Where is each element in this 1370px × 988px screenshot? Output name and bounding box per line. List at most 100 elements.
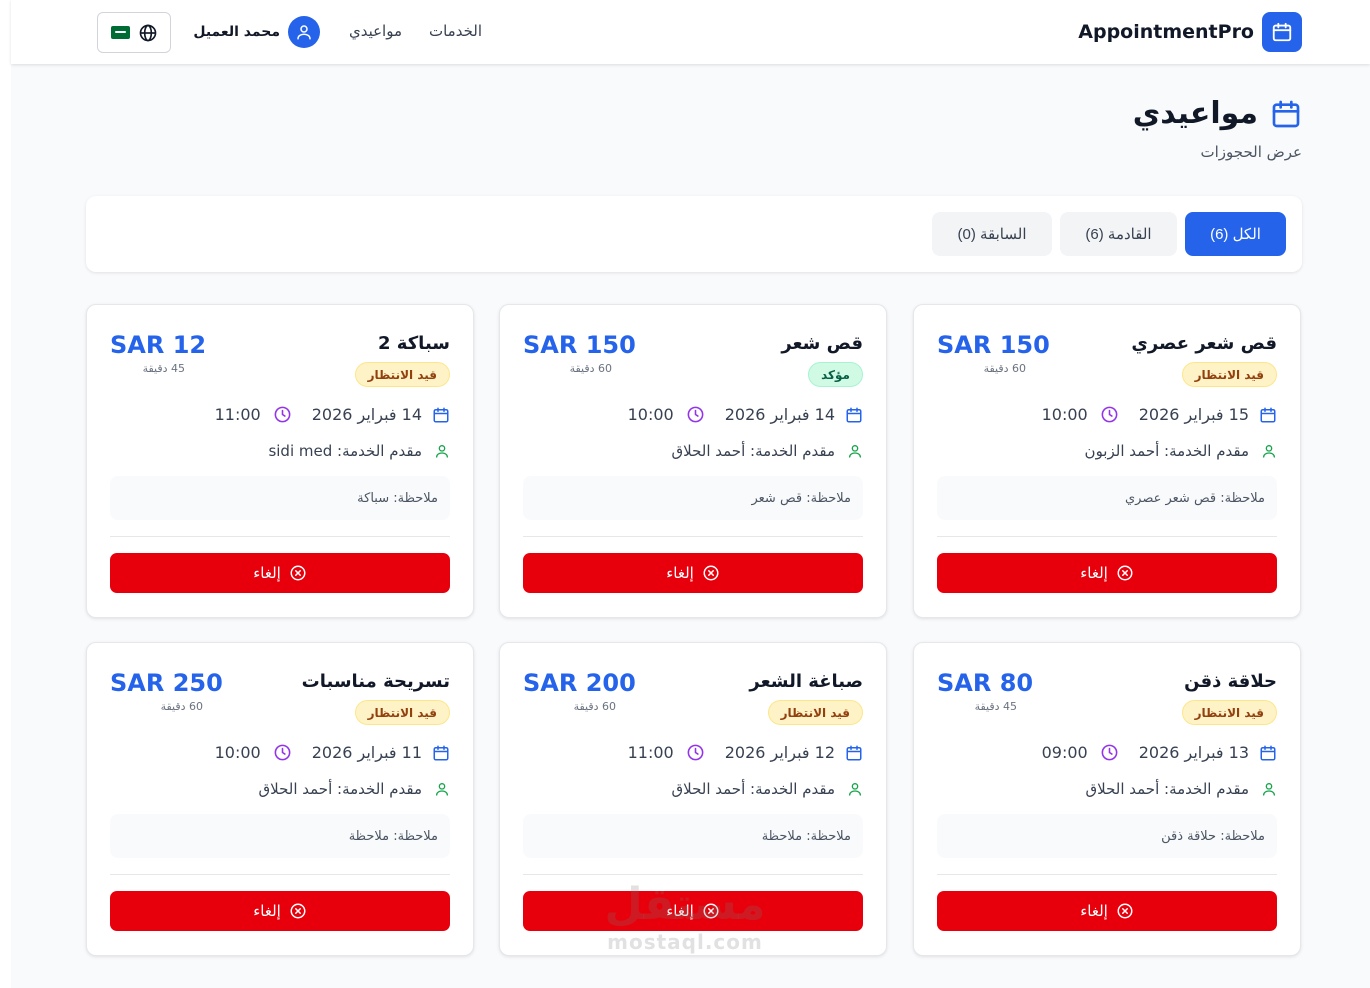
cancel-button[interactable]: إلغاء bbox=[523, 553, 863, 593]
duration: 45 دقيقة bbox=[974, 700, 1017, 713]
date-time-row: 14 فبراير 2026 11:00 bbox=[215, 405, 450, 424]
clock-icon bbox=[1100, 405, 1119, 424]
brand-name: AppointmentPro bbox=[1078, 21, 1254, 43]
service-title: صباغة الشعر bbox=[749, 671, 863, 692]
clock-icon bbox=[686, 405, 705, 424]
provider-name: مقدم الخدمة: sidi med bbox=[268, 442, 422, 460]
price: SAR 12 bbox=[110, 331, 207, 359]
duration: 60 دقيقة bbox=[573, 700, 616, 713]
filter-tabs: الكل (6) القادمة (6) السابقة (0) bbox=[86, 196, 1302, 272]
note-box: ملاحظة: ملاحظة bbox=[523, 814, 863, 858]
service-title: قص شعر bbox=[781, 333, 863, 354]
cancel-button[interactable]: إلغاء bbox=[937, 553, 1277, 593]
note-box: ملاحظة: حلاقة ذقن bbox=[937, 814, 1277, 858]
cancel-button[interactable]: إلغاء bbox=[110, 553, 450, 593]
appointment-time: 10:00 bbox=[627, 405, 674, 424]
divider bbox=[110, 874, 450, 875]
calendar-icon bbox=[845, 406, 863, 424]
nav-appointments-link[interactable]: مواعيدي bbox=[349, 22, 402, 40]
provider-row: مقدم الخدمة: أحمد الحلاق bbox=[1085, 780, 1277, 798]
cancel-circle-x-icon bbox=[1116, 564, 1134, 582]
page-header: مواعيدي عرض الحجوزات bbox=[1133, 96, 1302, 161]
appointment-date: 15 فبراير 2026 bbox=[1138, 405, 1249, 424]
provider-name: مقدم الخدمة: أحمد الحلاق bbox=[1085, 780, 1249, 798]
cancel-label: إلغاء bbox=[1080, 564, 1108, 582]
divider bbox=[110, 536, 450, 537]
duration: 60 دقيقة bbox=[569, 362, 612, 375]
note-box: ملاحظة: سباكة bbox=[110, 476, 450, 520]
service-title: قص شعر عصري bbox=[1131, 333, 1277, 354]
appointment-card: قص شعر مؤكد SAR 150 60 دقيقة 14 فبراير 2… bbox=[499, 304, 887, 618]
status-badge: قيد الانتظار bbox=[354, 700, 450, 725]
saudi-flag-icon bbox=[110, 26, 130, 39]
clock-icon bbox=[686, 743, 705, 762]
user-icon bbox=[434, 443, 450, 459]
cancel-button[interactable]: إلغاء bbox=[110, 891, 450, 931]
calendar-icon bbox=[1259, 406, 1277, 424]
provider-row: مقدم الخدمة: أحمد الحلاق bbox=[258, 780, 450, 798]
appointment-time: 11:00 bbox=[627, 743, 674, 762]
note-box: ملاحظة: قص شعر bbox=[523, 476, 863, 520]
price: SAR 200 bbox=[523, 669, 636, 697]
status-badge: قيد الانتظار bbox=[1181, 700, 1277, 725]
cancel-circle-x-icon bbox=[702, 564, 720, 582]
duration: 60 دقيقة bbox=[160, 700, 203, 713]
cancel-circle-x-icon bbox=[1116, 902, 1134, 920]
user-avatar-icon bbox=[288, 16, 320, 48]
appointment-time: 09:00 bbox=[1041, 743, 1088, 762]
cancel-button[interactable]: إلغاء bbox=[937, 891, 1277, 931]
price: SAR 80 bbox=[937, 669, 1034, 697]
appointment-card: سباكة 2 قيد الانتظار SAR 12 45 دقيقة 14 … bbox=[86, 304, 474, 618]
nav-services-link[interactable]: الخدمات bbox=[429, 22, 482, 40]
cancel-button[interactable]: إلغاء bbox=[523, 891, 863, 931]
user-icon bbox=[434, 781, 450, 797]
date-time-row: 14 فبراير 2026 10:00 bbox=[628, 405, 863, 424]
cancel-label: إلغاء bbox=[253, 564, 281, 582]
divider bbox=[523, 874, 863, 875]
calendar-icon bbox=[432, 406, 450, 424]
divider bbox=[937, 874, 1277, 875]
provider-name: مقدم الخدمة: أحمد الزبون bbox=[1084, 442, 1249, 460]
date-time-row: 15 فبراير 2026 10:00 bbox=[1042, 405, 1277, 424]
appointment-card: حلاقة ذقن قيد الانتظار SAR 80 45 دقيقة 1… bbox=[913, 642, 1301, 956]
tab-past[interactable]: السابقة (0) bbox=[932, 212, 1052, 256]
top-navbar: AppointmentPro الخدمات مواعيدي محمد العم… bbox=[11, 0, 1370, 64]
calendar-icon bbox=[1259, 744, 1277, 762]
cancel-label: إلغاء bbox=[666, 564, 694, 582]
divider bbox=[937, 536, 1277, 537]
provider-name: مقدم الخدمة: أحمد الحلاق bbox=[671, 442, 835, 460]
provider-name: مقدم الخدمة: أحمد الحلاق bbox=[258, 780, 422, 798]
language-switcher[interactable] bbox=[97, 12, 171, 53]
provider-name: مقدم الخدمة: أحمد الحلاق bbox=[671, 780, 835, 798]
calendar-icon bbox=[1272, 100, 1300, 127]
service-title: سباكة 2 bbox=[378, 333, 450, 354]
tab-upcoming[interactable]: القادمة (6) bbox=[1060, 212, 1177, 256]
price: SAR 250 bbox=[110, 669, 223, 697]
service-title: حلاقة ذقن bbox=[1184, 671, 1277, 692]
cancel-label: إلغاء bbox=[1080, 902, 1108, 920]
note-box: ملاحظة: قص شعر عصري bbox=[937, 476, 1277, 520]
user-icon bbox=[847, 781, 863, 797]
status-badge: قيد الانتظار bbox=[1181, 362, 1277, 387]
appointment-card: قص شعر عصري قيد الانتظار SAR 150 60 دقيق… bbox=[913, 304, 1301, 618]
provider-row: مقدم الخدمة: sidi med bbox=[268, 442, 450, 460]
appointment-time: 11:00 bbox=[214, 405, 261, 424]
page-title: مواعيدي bbox=[1132, 96, 1258, 131]
calendar-icon bbox=[845, 744, 863, 762]
user-icon bbox=[1261, 443, 1277, 459]
date-time-row: 11 فبراير 2026 10:00 bbox=[215, 743, 450, 762]
status-badge: قيد الانتظار bbox=[354, 362, 450, 387]
user-icon bbox=[847, 443, 863, 459]
calendar-icon bbox=[432, 744, 450, 762]
note-box: ملاحظة: ملاحظة bbox=[110, 814, 450, 858]
cancel-label: إلغاء bbox=[666, 902, 694, 920]
date-time-row: 12 فبراير 2026 11:00 bbox=[628, 743, 863, 762]
appointment-time: 10:00 bbox=[1041, 405, 1088, 424]
user-menu[interactable]: محمد العميل bbox=[193, 16, 320, 48]
tab-all[interactable]: الكل (6) bbox=[1185, 212, 1286, 256]
duration: 45 دقيقة bbox=[142, 362, 185, 375]
cancel-circle-x-icon bbox=[702, 902, 720, 920]
calendar-icon bbox=[1262, 12, 1302, 52]
brand[interactable]: AppointmentPro bbox=[1078, 12, 1302, 52]
appointment-date: 12 فبراير 2026 bbox=[724, 743, 835, 762]
